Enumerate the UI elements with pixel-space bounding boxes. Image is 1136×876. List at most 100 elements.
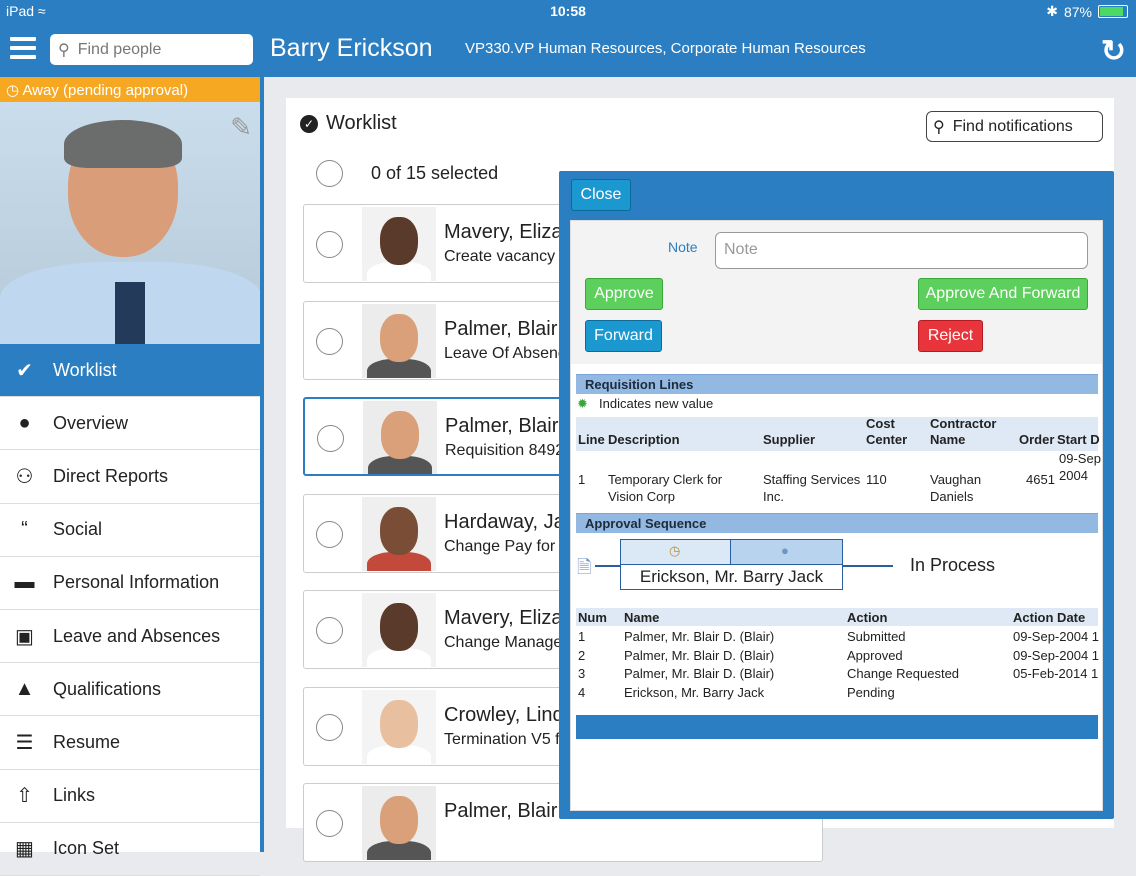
approval-date: 09-Sep-2004 1 [1013,647,1100,663]
item-name: Crowley, Lind [444,703,564,726]
people-search-input[interactable]: ⚲ Find people [50,34,253,65]
item-checkbox[interactable] [316,327,343,355]
selection-count: 0 of 15 selected [371,163,499,183]
item-name: Mavery, Eliza [444,221,563,243]
person-icon: ● [781,543,789,558]
approval-name: Palmer, Mr. Blair D. (Blair) [624,666,775,682]
sidebar-item-icon-set[interactable]: ▦ Icon Set [0,823,260,876]
item-checkbox[interactable] [316,231,343,258]
item-description: Requisition 8492 [445,442,565,459]
item-description: Change Manager [444,634,568,651]
approval-num: 1 [578,629,586,644]
edit-pencil-icon[interactable]: ✎ [230,112,252,143]
new-value-legend: Indicates new value [599,396,714,411]
approval-action: Submitted [847,629,906,644]
note-label: Note [668,239,698,255]
notification-detail-popover: Close Note Note Approve Approve And Forw… [559,171,1114,819]
sidebar-item-social[interactable]: “ Social [0,504,260,557]
item-checkbox[interactable] [316,713,343,741]
req-order: 4651 [1026,472,1055,487]
item-checkbox[interactable] [316,617,343,644]
approval-action: Change Requested [847,666,960,682]
approve-and-forward-button[interactable]: Approve And Forward [918,278,1088,310]
item-description: Create vacancy l [444,248,564,265]
sidebar-item-overview[interactable]: ● Overview [0,397,260,451]
item-checkbox[interactable] [316,810,343,837]
refresh-icon[interactable]: ↻ [1101,34,1126,69]
people-icon: ⚇ [15,465,34,488]
select-all-checkbox[interactable] [316,160,343,187]
list-icon: ☰ [15,731,34,754]
sidebar-item-direct-reports[interactable]: ⚇ Direct Reports [0,450,260,504]
req-start-2: 2004 [1059,468,1088,483]
arrow-right [843,565,893,567]
search-icon: ⚲ [933,118,945,136]
detail-footer-bar [576,715,1098,739]
approver-box: ◷ ● Erickson, Mr. Barry Jack [620,539,843,590]
item-description: Leave Of Absenc [444,344,566,362]
sidebar-item-label: Worklist [53,359,117,380]
col-line: Line [578,432,605,447]
item-checkbox[interactable] [316,520,343,548]
find-notifications-input[interactable]: ⚲ Find notifications [926,111,1103,142]
approve-button[interactable]: Approve [585,278,663,310]
req-start: 09-Sep [1059,451,1101,466]
menu-icon[interactable] [10,37,36,59]
col-center: Center [866,432,908,447]
sidebar-item-resume[interactable]: ☰ Resume [0,716,260,770]
reject-button[interactable]: Reject [918,320,983,352]
battery-status: ✱ 87% [1046,3,1128,20]
col-contractor-name: Name [930,432,966,447]
approval-num: 3 [578,666,586,682]
document-icon: ▬ [14,571,35,594]
action-area: Note Note Approve Approve And Forward Fo… [571,221,1102,364]
sidebar-item-label: Leave and Absences [53,625,221,646]
sidebar-item-worklist[interactable]: ✔ Worklist [0,344,260,398]
person-icon: ● [18,411,31,434]
battery-percent: 87% [1063,3,1092,20]
clock-icon: ◷ [669,543,681,558]
briefcase-icon: ▣ [15,625,34,648]
sidebar-item-label: Personal Information [53,572,220,593]
req-contractor-2: Daniels [930,489,974,504]
sidebar-item-personal-information[interactable]: ▬ Personal Information [0,557,260,610]
sidebar-item-links[interactable]: ⇧ Links [0,770,260,823]
forward-button[interactable]: Forward [585,320,662,352]
item-description: Termination V5 fo [444,730,569,748]
avatar [362,689,436,764]
note-input[interactable]: Note [715,232,1088,269]
approval-num: 4 [578,685,586,701]
employee-title: VP330.VP Human Resources, Corporate Huma… [465,40,866,57]
new-value-icon: ✹ [577,396,588,411]
image-icon: ▦ [15,838,34,861]
sidebar-item-leave-and-absences[interactable]: ▣ Leave and Absences [0,610,260,664]
approval-name: Erickson, Mr. Barry Jack [624,685,765,701]
sidebar-item-qualifications[interactable]: ▲ Qualifications [0,663,260,717]
col-order: Order [1019,432,1055,447]
close-button[interactable]: Close [571,179,631,211]
col-description: Description [608,432,680,447]
req-cost: 110 [866,472,887,487]
clock: 10:58 [550,3,586,19]
req-supplier-2: Inc. [763,489,784,504]
detail-panel: Note Note Approve Approve And Forward Fo… [570,220,1103,811]
item-name: Hardaway, Ja [444,510,565,533]
arrow-left [595,565,620,567]
sidebar-item-label: Social [53,519,103,540]
approval-name: Palmer, Mr. Blair D. (Blair) [624,629,775,644]
sidebar-item-label: Direct Reports [53,465,169,486]
sidebar-item-label: Qualifications [53,678,162,699]
col-supplier: Supplier [763,432,816,447]
approval-num: 2 [578,647,586,663]
sidebar-item-label: Resume [53,731,121,752]
avatar [362,303,436,378]
approval-action: Approved [847,647,903,663]
approval-sequence-header: Approval Sequence [576,513,1098,533]
col-action: Action [847,610,888,625]
req-desc: Temporary Clerk for [608,472,723,487]
sidebar-item-label: Icon Set [53,838,120,859]
item-checkbox[interactable] [317,425,344,452]
col-name: Name [624,610,660,625]
battery-icon [1098,5,1128,18]
in-process-label: In Process [910,555,996,575]
